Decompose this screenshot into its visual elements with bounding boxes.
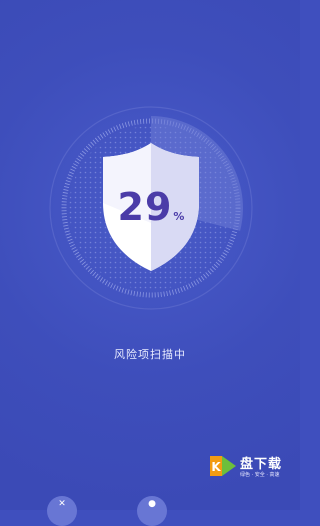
- scan-status-text: 风险项扫描中: [114, 348, 186, 361]
- settings-icon: ✕: [58, 499, 66, 509]
- watermark-title: 盘下载: [240, 457, 283, 472]
- scan-percent: 29%: [48, 185, 254, 229]
- scan-percent-value: 29: [117, 185, 173, 229]
- bottom-right-button[interactable]: ●: [137, 496, 167, 526]
- scan-percent-unit: %: [173, 210, 185, 223]
- watermark-subtitle: 绿色 · 安全 · 高速: [240, 472, 280, 478]
- scan-progress-ring: 29%: [48, 105, 254, 311]
- svg-text:K: K: [211, 460, 221, 474]
- chat-icon: ●: [148, 499, 156, 509]
- watermark-logo: K: [210, 456, 236, 476]
- scan-screen: 29% 风险项扫描中 ✕ ● K 盘下载 绿色 · 安全 · 高速: [0, 0, 300, 526]
- bottom-left-button[interactable]: ✕: [47, 496, 77, 526]
- watermark: K 盘下载 绿色 · 安全 · 高速: [208, 448, 296, 488]
